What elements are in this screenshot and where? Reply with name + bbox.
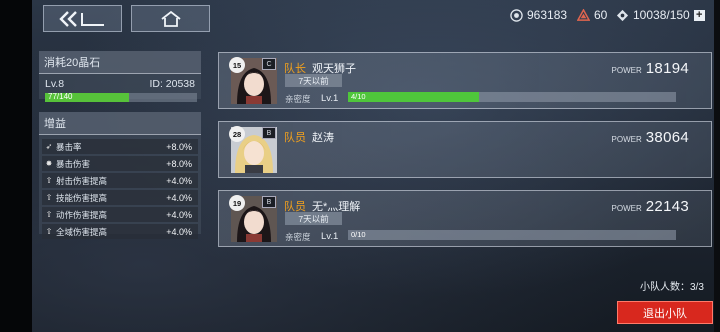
- buff-row: ⇧ 射击伤害提高 +4.0%: [42, 173, 198, 188]
- affinity-text: 4/10: [351, 92, 366, 101]
- buff-value: +4.0%: [166, 175, 192, 186]
- buff-row: ⇧ 技能伤害提高 +4.0%: [42, 190, 198, 205]
- power-label: POWER: [611, 66, 642, 75]
- member-role: 队员: [284, 132, 306, 144]
- home-icon: [160, 10, 181, 27]
- back-button[interactable]: [43, 5, 122, 32]
- member-power: POWER 18194: [612, 60, 689, 77]
- buff-name: 动作伤害提高: [56, 209, 108, 220]
- buff-value: +8.0%: [166, 141, 192, 152]
- affinity-level: Lv.1: [321, 231, 339, 242]
- member-level-badge: 28: [229, 126, 245, 142]
- buff-row: ⇧ 动作伤害提高 +4.0%: [42, 207, 198, 222]
- ticket-resource: 10038/150 +: [616, 8, 705, 22]
- squad-info-panel: 消耗20晶石 Lv.8 ID: 20538 77/140: [39, 51, 201, 102]
- leave-squad-button[interactable]: 退出小队: [617, 301, 713, 324]
- affinity-bar: 0/10: [348, 230, 676, 240]
- left-edge: [0, 0, 32, 332]
- member-rank-badge: B: [262, 196, 276, 208]
- buffs-title: 增益: [39, 112, 201, 135]
- triangle-crystal-icon: [577, 8, 590, 21]
- power-value: 18194: [645, 60, 689, 77]
- coin-resource: 963183: [510, 8, 567, 22]
- member-name: 赵涛: [312, 132, 334, 144]
- buff-name: 技能伤害提高: [56, 192, 108, 203]
- home-button[interactable]: [131, 5, 210, 32]
- member-level-badge: 15: [229, 57, 245, 73]
- burst-icon: ✸: [45, 159, 53, 168]
- member-card-leader[interactable]: 15 C 队长 观天狮子 7天以前 亲密度 Lv.1 4/10 POWER 18…: [218, 52, 712, 109]
- squad-id: ID: 20538: [149, 78, 195, 90]
- member-card[interactable]: 28 B 队员 赵涛 POWER 38064: [218, 121, 712, 178]
- buff-value: +4.0%: [166, 226, 192, 237]
- affinity-label: 亲密度: [285, 232, 311, 242]
- member-rank-badge: B: [262, 127, 276, 139]
- ticket-value: 10038/150: [633, 8, 690, 22]
- buff-value: +8.0%: [166, 158, 192, 169]
- affinity-level: Lv.1: [321, 93, 339, 104]
- up-circle-icon: ⇧: [45, 193, 53, 202]
- double-chevron-left-icon: [58, 10, 104, 27]
- affinity-bar: 4/10: [348, 92, 676, 102]
- power-label: POWER: [611, 135, 642, 144]
- buffs-panel: 增益 ➶ 暴击率 +8.0% ✸ 暴击伤害 +8.0% ⇧ 射击伤害提高 +4.…: [39, 112, 201, 239]
- squad-cost-title: 消耗20晶石: [39, 51, 201, 74]
- add-ticket-button[interactable]: +: [693, 9, 705, 21]
- crystal-value: 60: [594, 8, 608, 22]
- buff-name: 全域伤害提高: [56, 226, 108, 237]
- buff-name: 射击伤害提高: [56, 175, 108, 186]
- coin-value: 963183: [527, 8, 568, 22]
- power-value: 22143: [645, 198, 689, 215]
- squad-level-row: Lv.8 ID: 20538: [39, 74, 201, 91]
- buff-row: ⇧ 全域伤害提高 +4.0%: [42, 224, 198, 239]
- right-edge: [714, 0, 720, 332]
- member-power: POWER 38064: [612, 129, 689, 146]
- affinity-fill: [348, 92, 480, 102]
- buff-row: ➶ 暴击率 +8.0%: [42, 139, 198, 154]
- arrow-icon: ➶: [45, 142, 53, 151]
- squad-exp-text: 77/140: [48, 92, 73, 101]
- squad-exp-bar: 77/140: [45, 92, 197, 102]
- affinity-label: 亲密度: [285, 94, 311, 104]
- power-value: 38064: [645, 129, 689, 146]
- buff-value: +4.0%: [166, 192, 192, 203]
- member-power: POWER 22143: [612, 198, 689, 215]
- up-circle-icon: ⇧: [45, 210, 53, 219]
- squad-member-count: 小队人数：3/3: [640, 282, 704, 293]
- buff-name: 暴击伤害: [56, 158, 91, 169]
- affinity-text: 0/10: [351, 230, 366, 239]
- crystal-resource: 60: [577, 8, 607, 22]
- last-online-tag: 7天以前: [285, 74, 342, 87]
- buff-value: +4.0%: [166, 209, 192, 220]
- buff-row: ✸ 暴击伤害 +8.0%: [42, 156, 198, 171]
- ticket-icon: [616, 9, 629, 21]
- squad-level: Lv.8: [45, 78, 65, 90]
- buff-name: 暴击率: [56, 141, 82, 152]
- power-label: POWER: [611, 204, 642, 213]
- member-level-badge: 19: [229, 195, 245, 211]
- member-rank-badge: C: [262, 58, 276, 70]
- up-circle-icon: ⇧: [45, 227, 53, 236]
- up-circle-icon: ⇧: [45, 176, 53, 185]
- coin-icon: [510, 8, 523, 22]
- member-card[interactable]: 19 B 队员 无*灬理解 7天以前 亲密度 Lv.1 0/10 POWER 2…: [218, 190, 712, 247]
- last-online-tag: 7天以前: [285, 212, 342, 225]
